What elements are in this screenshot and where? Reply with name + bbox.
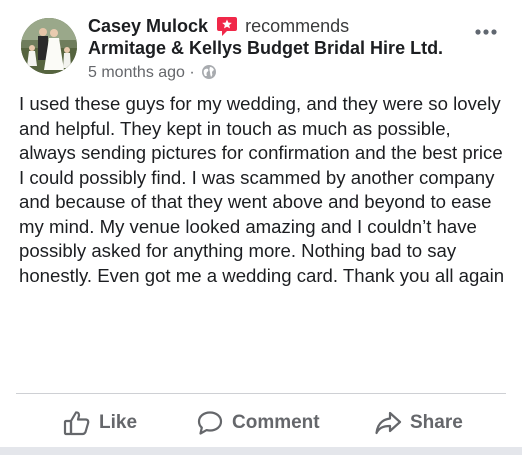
more-options-icon[interactable] xyxy=(474,24,498,40)
recommendation-post: Casey Mulock recommends Armitage & Kelly… xyxy=(0,0,522,455)
globe-icon xyxy=(201,64,217,80)
post-meta: 5 months ago · xyxy=(88,63,468,83)
comment-label: Comment xyxy=(232,412,320,433)
recommends-text: recommends xyxy=(245,16,350,36)
timestamp[interactable]: 5 months ago xyxy=(88,64,185,81)
divider xyxy=(16,393,506,394)
like-label: Like xyxy=(99,412,138,433)
recommend-flag-icon xyxy=(216,15,238,37)
share-icon xyxy=(375,411,402,435)
post-body: I used these guys for my wedding, and th… xyxy=(19,93,505,286)
comment-button[interactable]: Comment xyxy=(196,398,320,448)
share-label: Share xyxy=(410,412,463,433)
feed-separator xyxy=(0,447,522,455)
comment-icon xyxy=(197,411,223,435)
meta-separator: · xyxy=(189,64,195,81)
post-header: Casey Mulock recommends Armitage & Kelly… xyxy=(88,15,468,83)
page-name-link[interactable]: Armitage & Kellys Budget Bridal Hire Ltd… xyxy=(88,38,443,58)
like-icon xyxy=(63,411,90,436)
author-name[interactable]: Casey Mulock xyxy=(88,16,208,36)
share-button[interactable]: Share xyxy=(374,398,463,448)
avatar[interactable] xyxy=(21,18,77,74)
like-button[interactable]: Like xyxy=(63,398,137,448)
post-actions: Like Comment Share xyxy=(0,398,522,448)
